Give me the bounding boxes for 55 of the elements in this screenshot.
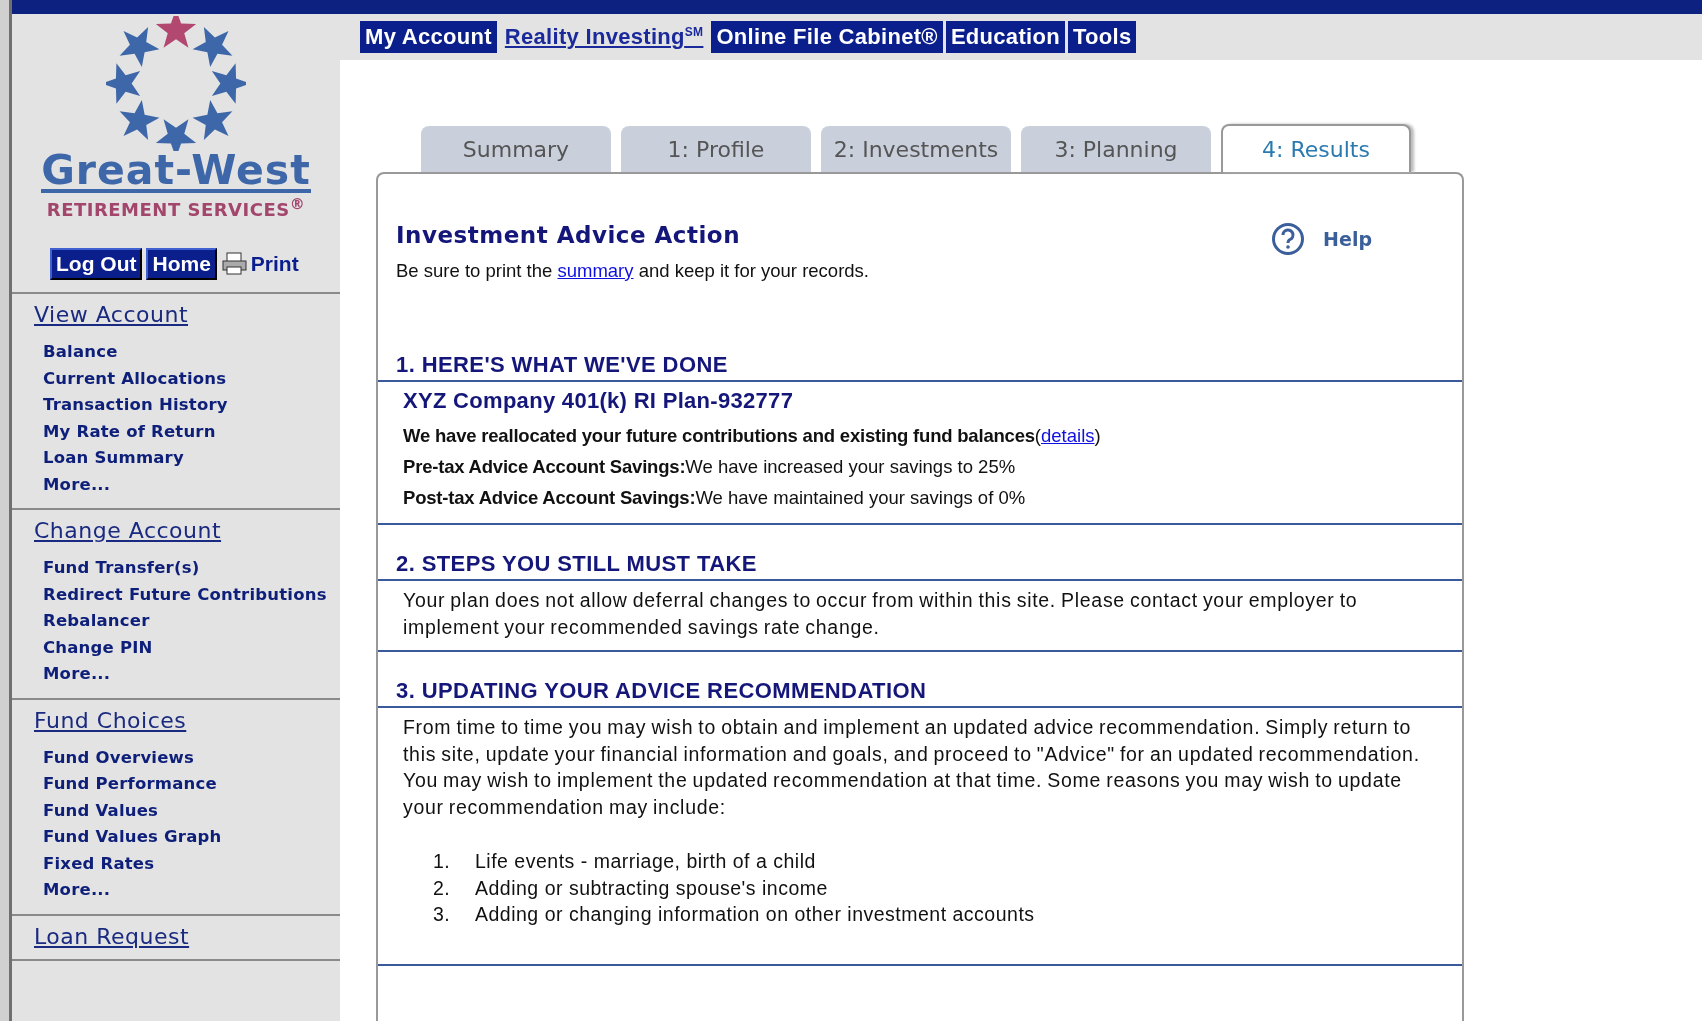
tab[interactable]: 4: Results: [1221, 124, 1411, 172]
section-paragraph: Your plan does not allow deferral changes to occur from within this site. Please contact your employer to implement your recommended savings rate change.: [403, 588, 1359, 640]
sidebar-link[interactable]: Fund Overviews: [43, 744, 340, 771]
section-paragraph: From time to time you may wish to obtain and implement an updated advice recommendation. Simply return to this site, update your financial information and goals, and proceed to "Advice" for an updated recommendation. You may wish to implement the updated recommendation at that time. Some reasons you may wish to update your recommendation may include:: [403, 715, 1421, 820]
top-nav-link[interactable]: Tools: [1067, 21, 1137, 53]
reason-item: 3. Adding or changing information on other investment accounts: [433, 902, 1036, 927]
sidebar-link[interactable]: Fund Values Graph: [43, 824, 340, 851]
plan-name: XYZ Company 401(k) RI Plan-932777: [403, 388, 795, 414]
result-line: Post-tax Advice Account Savings:We have maintained your savings of 0%: [403, 486, 1027, 510]
sidebar-link[interactable]: Fund Performance: [43, 771, 340, 798]
star-ring-logo-icon: [106, 16, 246, 151]
result-line: We have reallocated your future contributions and existing fund balances(details): [403, 424, 1102, 448]
sidebar-heading-link[interactable]: Fund Choices: [34, 707, 187, 733]
reason-item: 1. Life events - marriage, birth of a child: [433, 849, 817, 874]
sidebar-link[interactable]: Balance: [43, 339, 340, 366]
reason-item: 2. Adding or subtracting spouse's income: [433, 875, 829, 901]
sidebar-link[interactable]: Fund Transfer(s): [43, 555, 340, 582]
print-link[interactable]: Print: [220, 252, 299, 276]
top-nav-link[interactable]: Online File Cabinet®: [711, 21, 943, 53]
help-link[interactable]: Help: [1271, 222, 1372, 256]
tab[interactable]: Summary: [421, 126, 611, 172]
section-heading: 1. HERE'S WHAT WE'VE DONE: [378, 352, 1462, 382]
logo-tagline: RETIREMENT SERVICES$^{®}$: [46, 195, 306, 220]
top-nav-link[interactable]: My Account: [360, 21, 497, 53]
account-button[interactable]: Home: [146, 248, 217, 280]
section-heading: 3. UPDATING YOUR ADVICE RECOMMENDATION: [378, 678, 1462, 708]
section-heading: 2. STEPS YOU STILL MUST TAKE: [378, 551, 1462, 581]
sidebar-link[interactable]: More...: [43, 661, 340, 688]
sidebar-link[interactable]: Loan Summary: [43, 445, 340, 472]
sidebar-link[interactable]: Fund Values: [43, 797, 340, 824]
sidebar-link[interactable]: Transaction History: [43, 392, 340, 419]
sidebar-heading-link[interactable]: Change Account: [34, 518, 222, 543]
logo-name: Great-West: [41, 151, 311, 193]
sidebar-link[interactable]: Change PIN: [43, 634, 340, 661]
details-link[interactable]: details: [1041, 425, 1095, 446]
tab[interactable]: 1: Profile: [621, 126, 811, 172]
result-line: Pre-tax Advice Account Savings:We have increased your savings to 25%: [403, 455, 1017, 479]
sidebar-heading-link[interactable]: Loan Request: [34, 923, 190, 949]
account-button[interactable]: Log Out: [50, 248, 143, 280]
panel-title: Investment Advice Action: [396, 222, 741, 250]
sidebar-heading-link[interactable]: View Account: [34, 302, 189, 327]
summary-link[interactable]: summary: [557, 260, 634, 281]
sidebar-link[interactable]: Rebalancer: [43, 608, 340, 635]
printer-icon: [220, 252, 249, 276]
sidebar-link[interactable]: My Rate of Return: [43, 418, 340, 445]
sidebar-link[interactable]: Fixed Rates: [43, 850, 340, 877]
sidebar-link[interactable]: Current Allocations: [43, 365, 340, 392]
tab[interactable]: 2: Investments: [821, 126, 1011, 172]
sidebar-link[interactable]: More...: [43, 471, 340, 498]
sidebar-link[interactable]: More...: [43, 877, 340, 904]
tab[interactable]: 3: Planning: [1021, 126, 1211, 172]
sidebar-link[interactable]: Redirect Future Contributions: [43, 581, 340, 608]
top-nav-link[interactable]: Education: [945, 21, 1065, 53]
help-icon: [1271, 222, 1306, 256]
print-reminder: Be sure to print the summary and keep it for your records.: [395, 260, 870, 282]
